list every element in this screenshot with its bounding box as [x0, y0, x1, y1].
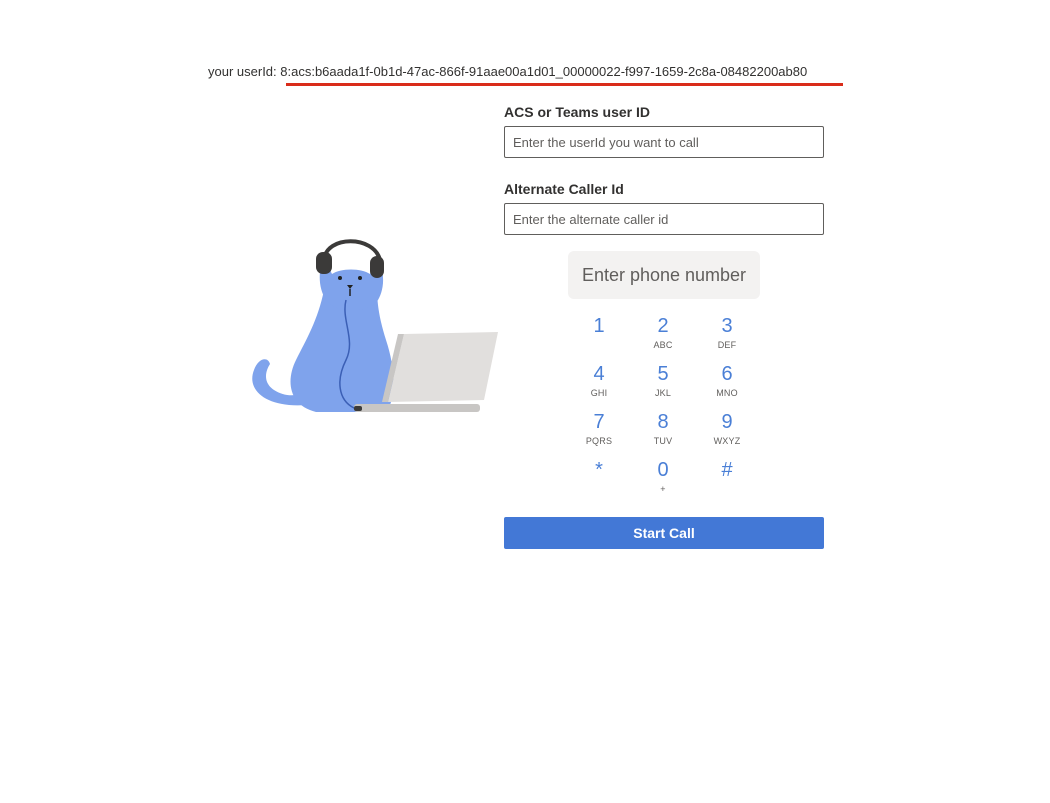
alternate-caller-id-label: Alternate Caller Id: [504, 181, 624, 197]
userid-underline: [286, 83, 843, 86]
start-call-button[interactable]: Start Call: [504, 517, 824, 549]
dialpad: 1 2 ABC 3 DEF 4 GHI 5 JKL 6 MNO 7 PQRS 8 TUV 9 W…: [567, 312, 759, 504]
dialpad-digit: 9: [721, 411, 733, 433]
dialpad-key-9[interactable]: 9 WXYZ: [695, 408, 759, 456]
dialpad-key-7[interactable]: 7 PQRS: [567, 408, 631, 456]
dialpad-letters: DEF: [717, 340, 737, 350]
dialpad-key-8[interactable]: 8 TUV: [631, 408, 695, 456]
dialpad-key-3[interactable]: 3 DEF: [695, 312, 759, 360]
dialpad-key-5[interactable]: 5 JKL: [631, 360, 695, 408]
user-id-input[interactable]: [504, 126, 824, 158]
dialpad-key-1[interactable]: 1: [567, 312, 631, 360]
dialpad-letters: MNO: [716, 388, 738, 398]
phone-number-input[interactable]: [568, 251, 760, 299]
dialpad-letters: +: [660, 484, 666, 494]
dialpad-digit: 1: [593, 315, 605, 337]
userid-value: 8:acs:b6aada1f-0b1d-47ac-866f-91aae00a1d…: [280, 64, 808, 79]
dialpad-digit: 6: [721, 363, 733, 385]
dialpad-digit: 7: [593, 411, 605, 433]
dialpad-digit: 4: [593, 363, 605, 385]
dialpad-letters: ABC: [653, 340, 673, 350]
dialpad-key-4[interactable]: 4 GHI: [567, 360, 631, 408]
dialpad-letters: GHI: [590, 388, 608, 398]
dialpad-key-6[interactable]: 6 MNO: [695, 360, 759, 408]
dialpad-digit: 0: [657, 459, 669, 481]
dialpad-letters: WXYZ: [713, 436, 741, 446]
dialpad-letters: TUV: [653, 436, 673, 446]
dialpad-digit: 2: [657, 315, 669, 337]
dialpad-digit: 3: [721, 315, 733, 337]
dialpad-digit: #: [721, 459, 733, 481]
dialpad-digit: 8: [657, 411, 669, 433]
dialpad-key-hash[interactable]: #: [695, 456, 759, 504]
dialpad-key-0[interactable]: 0 +: [631, 456, 695, 504]
user-id-label: ACS or Teams user ID: [504, 104, 651, 120]
cat-headphones-illustration: [252, 239, 498, 412]
userid-line: your userId: 8:acs:b6aada1f-0b1d-47ac-86…: [208, 64, 807, 79]
alternate-caller-id-input[interactable]: [504, 203, 824, 235]
dialpad-letters: PQRS: [585, 436, 613, 446]
dialpad-key-star[interactable]: *: [567, 456, 631, 504]
dialpad-key-2[interactable]: 2 ABC: [631, 312, 695, 360]
dialpad-digit: 5: [657, 363, 669, 385]
dialpad-letters: JKL: [654, 388, 672, 398]
dialpad-digit: *: [595, 459, 603, 481]
userid-label: your userId:: [208, 64, 281, 79]
